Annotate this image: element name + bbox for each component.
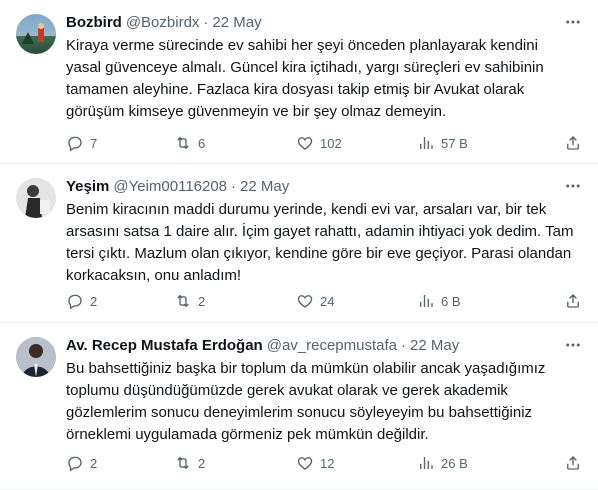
handle[interactable]: @Yeim00116208 bbox=[113, 178, 227, 195]
handle[interactable]: @av_recepmustafa bbox=[267, 337, 397, 354]
reply-icon bbox=[68, 136, 82, 152]
timestamp[interactable]: 22 May bbox=[410, 337, 459, 354]
repost-button[interactable]: 2 bbox=[174, 454, 205, 472]
like-button[interactable]: 12 bbox=[296, 454, 334, 472]
display-name[interactable]: Yeşim bbox=[66, 178, 109, 195]
more-icon[interactable] bbox=[562, 335, 584, 355]
timestamp[interactable]: 22 May bbox=[212, 14, 261, 31]
action-bar: 2 2 24 6 B bbox=[66, 291, 586, 311]
like-count: 12 bbox=[320, 455, 335, 471]
display-name[interactable]: Bozbird bbox=[66, 14, 122, 31]
tweet-header: Bozbird @Bozbirdx · 22 May bbox=[66, 12, 582, 32]
tweet-text: Benim kiracının maddi durumu yerinde, ke… bbox=[66, 201, 574, 284]
reply-button[interactable]: 2 bbox=[66, 292, 97, 310]
share-button[interactable] bbox=[564, 454, 582, 472]
share-icon bbox=[567, 136, 579, 150]
like-count: 24 bbox=[320, 293, 335, 309]
views-icon bbox=[420, 137, 433, 149]
more-icon[interactable] bbox=[562, 12, 584, 32]
avatar[interactable] bbox=[16, 337, 56, 377]
repost-count: 2 bbox=[198, 293, 206, 309]
like-icon bbox=[297, 137, 313, 150]
timestamp[interactable]: 22 May bbox=[240, 178, 289, 195]
like-icon bbox=[297, 295, 313, 308]
display-name[interactable]: Av. Recep Mustafa Erdoğan bbox=[66, 337, 263, 354]
like-button[interactable]: 102 bbox=[296, 134, 342, 152]
views-button[interactable]: 26 B bbox=[417, 454, 468, 472]
avatar[interactable] bbox=[16, 14, 56, 54]
tweet[interactable]: Bozbird @Bozbirdx · 22 May Kiraya verme … bbox=[0, 0, 598, 164]
separator: · bbox=[203, 13, 209, 31]
repost-button[interactable]: 6 bbox=[174, 134, 205, 152]
views-count: 26 B bbox=[441, 455, 468, 471]
share-icon bbox=[567, 456, 579, 470]
reply-icon bbox=[68, 294, 82, 310]
repost-icon bbox=[177, 136, 189, 150]
views-count: 6 B bbox=[441, 293, 461, 309]
share-button[interactable] bbox=[564, 292, 582, 310]
views-count: 57 B bbox=[441, 135, 468, 151]
views-icon bbox=[420, 457, 433, 469]
tweet[interactable]: Av. Recep Mustafa Erdoğan @av_recepmusta… bbox=[0, 323, 598, 490]
views-button[interactable]: 6 B bbox=[417, 292, 461, 310]
like-button[interactable]: 24 bbox=[296, 292, 334, 310]
tweet-header: Yeşim @Yeim00116208 · 22 May bbox=[66, 176, 582, 196]
reply-count: 2 bbox=[90, 455, 98, 471]
separator: · bbox=[401, 336, 407, 354]
tweet-text: Kiraya verme sürecinde ev sahibi her şey… bbox=[66, 37, 544, 120]
action-bar: 2 2 12 26 B bbox=[66, 453, 586, 473]
reply-count: 2 bbox=[90, 293, 98, 309]
like-count: 102 bbox=[320, 135, 342, 151]
handle[interactable]: @Bozbirdx bbox=[126, 14, 200, 31]
views-button[interactable]: 57 B bbox=[417, 134, 468, 152]
avatar[interactable] bbox=[16, 178, 56, 218]
views-icon bbox=[420, 295, 433, 307]
reply-button[interactable]: 7 bbox=[66, 134, 97, 152]
repost-count: 2 bbox=[198, 455, 206, 471]
separator: · bbox=[231, 177, 237, 195]
repost-button[interactable]: 2 bbox=[174, 292, 205, 310]
reply-icon bbox=[68, 456, 82, 472]
tweet[interactable]: Yeşim @Yeim00116208 · 22 May Benim kirac… bbox=[0, 164, 598, 323]
action-bar: 7 6 102 57 B bbox=[66, 133, 586, 153]
more-icon[interactable] bbox=[562, 176, 584, 196]
share-button[interactable] bbox=[564, 134, 582, 152]
reply-count: 7 bbox=[90, 135, 98, 151]
share-icon bbox=[567, 294, 579, 308]
tweet-header: Av. Recep Mustafa Erdoğan @av_recepmusta… bbox=[66, 335, 582, 355]
like-icon bbox=[297, 457, 313, 470]
reply-button[interactable]: 2 bbox=[66, 454, 97, 472]
repost-count: 6 bbox=[198, 135, 206, 151]
tweet-text: Bu bahsettiğiniz başka bir toplum da müm… bbox=[66, 360, 546, 443]
repost-icon bbox=[177, 294, 189, 308]
repost-icon bbox=[177, 456, 189, 470]
